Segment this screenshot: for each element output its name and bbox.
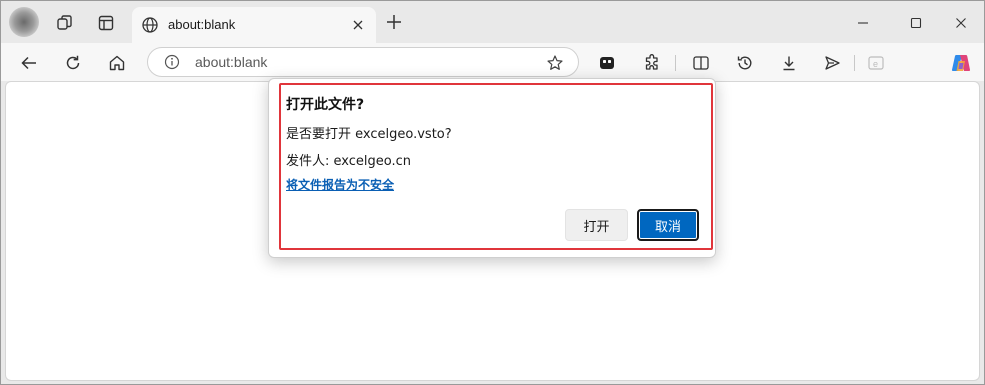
dialog-publisher: 发件人: excelgeo.cn: [286, 154, 411, 169]
extensions-icon[interactable]: [638, 49, 666, 77]
back-icon[interactable]: [15, 49, 43, 77]
home-icon[interactable]: [103, 49, 131, 77]
svg-text:e: e: [873, 59, 878, 69]
url-text[interactable]: about:blank: [195, 54, 267, 70]
workspaces-icon[interactable]: [51, 9, 79, 37]
tab-actions-icon[interactable]: [92, 9, 120, 37]
report-unsafe-link[interactable]: 将文件报告为不安全: [286, 176, 394, 193]
toolbar-divider: [854, 55, 855, 71]
send-icon[interactable]: [818, 49, 846, 77]
favorite-star-icon[interactable]: [546, 54, 564, 72]
open-button[interactable]: 打开: [565, 209, 628, 241]
info-icon[interactable]: [164, 54, 180, 70]
tab-active[interactable]: about:blank: [132, 7, 376, 43]
close-window-button[interactable]: [938, 9, 984, 37]
downloads-icon[interactable]: [775, 49, 803, 77]
dialog-question: 是否要打开 excelgeo.vsto?: [286, 127, 452, 142]
refresh-icon[interactable]: [59, 49, 87, 77]
dialog-title: 打开此文件?: [286, 97, 365, 113]
globe-icon: [141, 16, 159, 34]
cancel-button[interactable]: 取消: [637, 209, 699, 241]
apps-icon[interactable]: [593, 49, 621, 77]
copilot-icon[interactable]: [947, 49, 975, 77]
address-bar[interactable]: about:blank: [147, 47, 579, 77]
new-tab-button[interactable]: [383, 11, 405, 33]
navigation-toolbar: about:blank e: [1, 43, 984, 81]
profile-avatar[interactable]: [9, 7, 39, 37]
toolbar-divider: [675, 55, 676, 71]
tab-strip: about:blank: [1, 1, 984, 43]
minimize-button[interactable]: [840, 9, 886, 37]
maximize-button[interactable]: [893, 9, 939, 37]
history-icon[interactable]: [731, 49, 759, 77]
tab-title: about:blank: [168, 17, 236, 32]
internet-explorer-mode-icon[interactable]: e: [862, 49, 890, 77]
split-screen-icon[interactable]: [687, 49, 715, 77]
close-icon[interactable]: [350, 17, 366, 33]
